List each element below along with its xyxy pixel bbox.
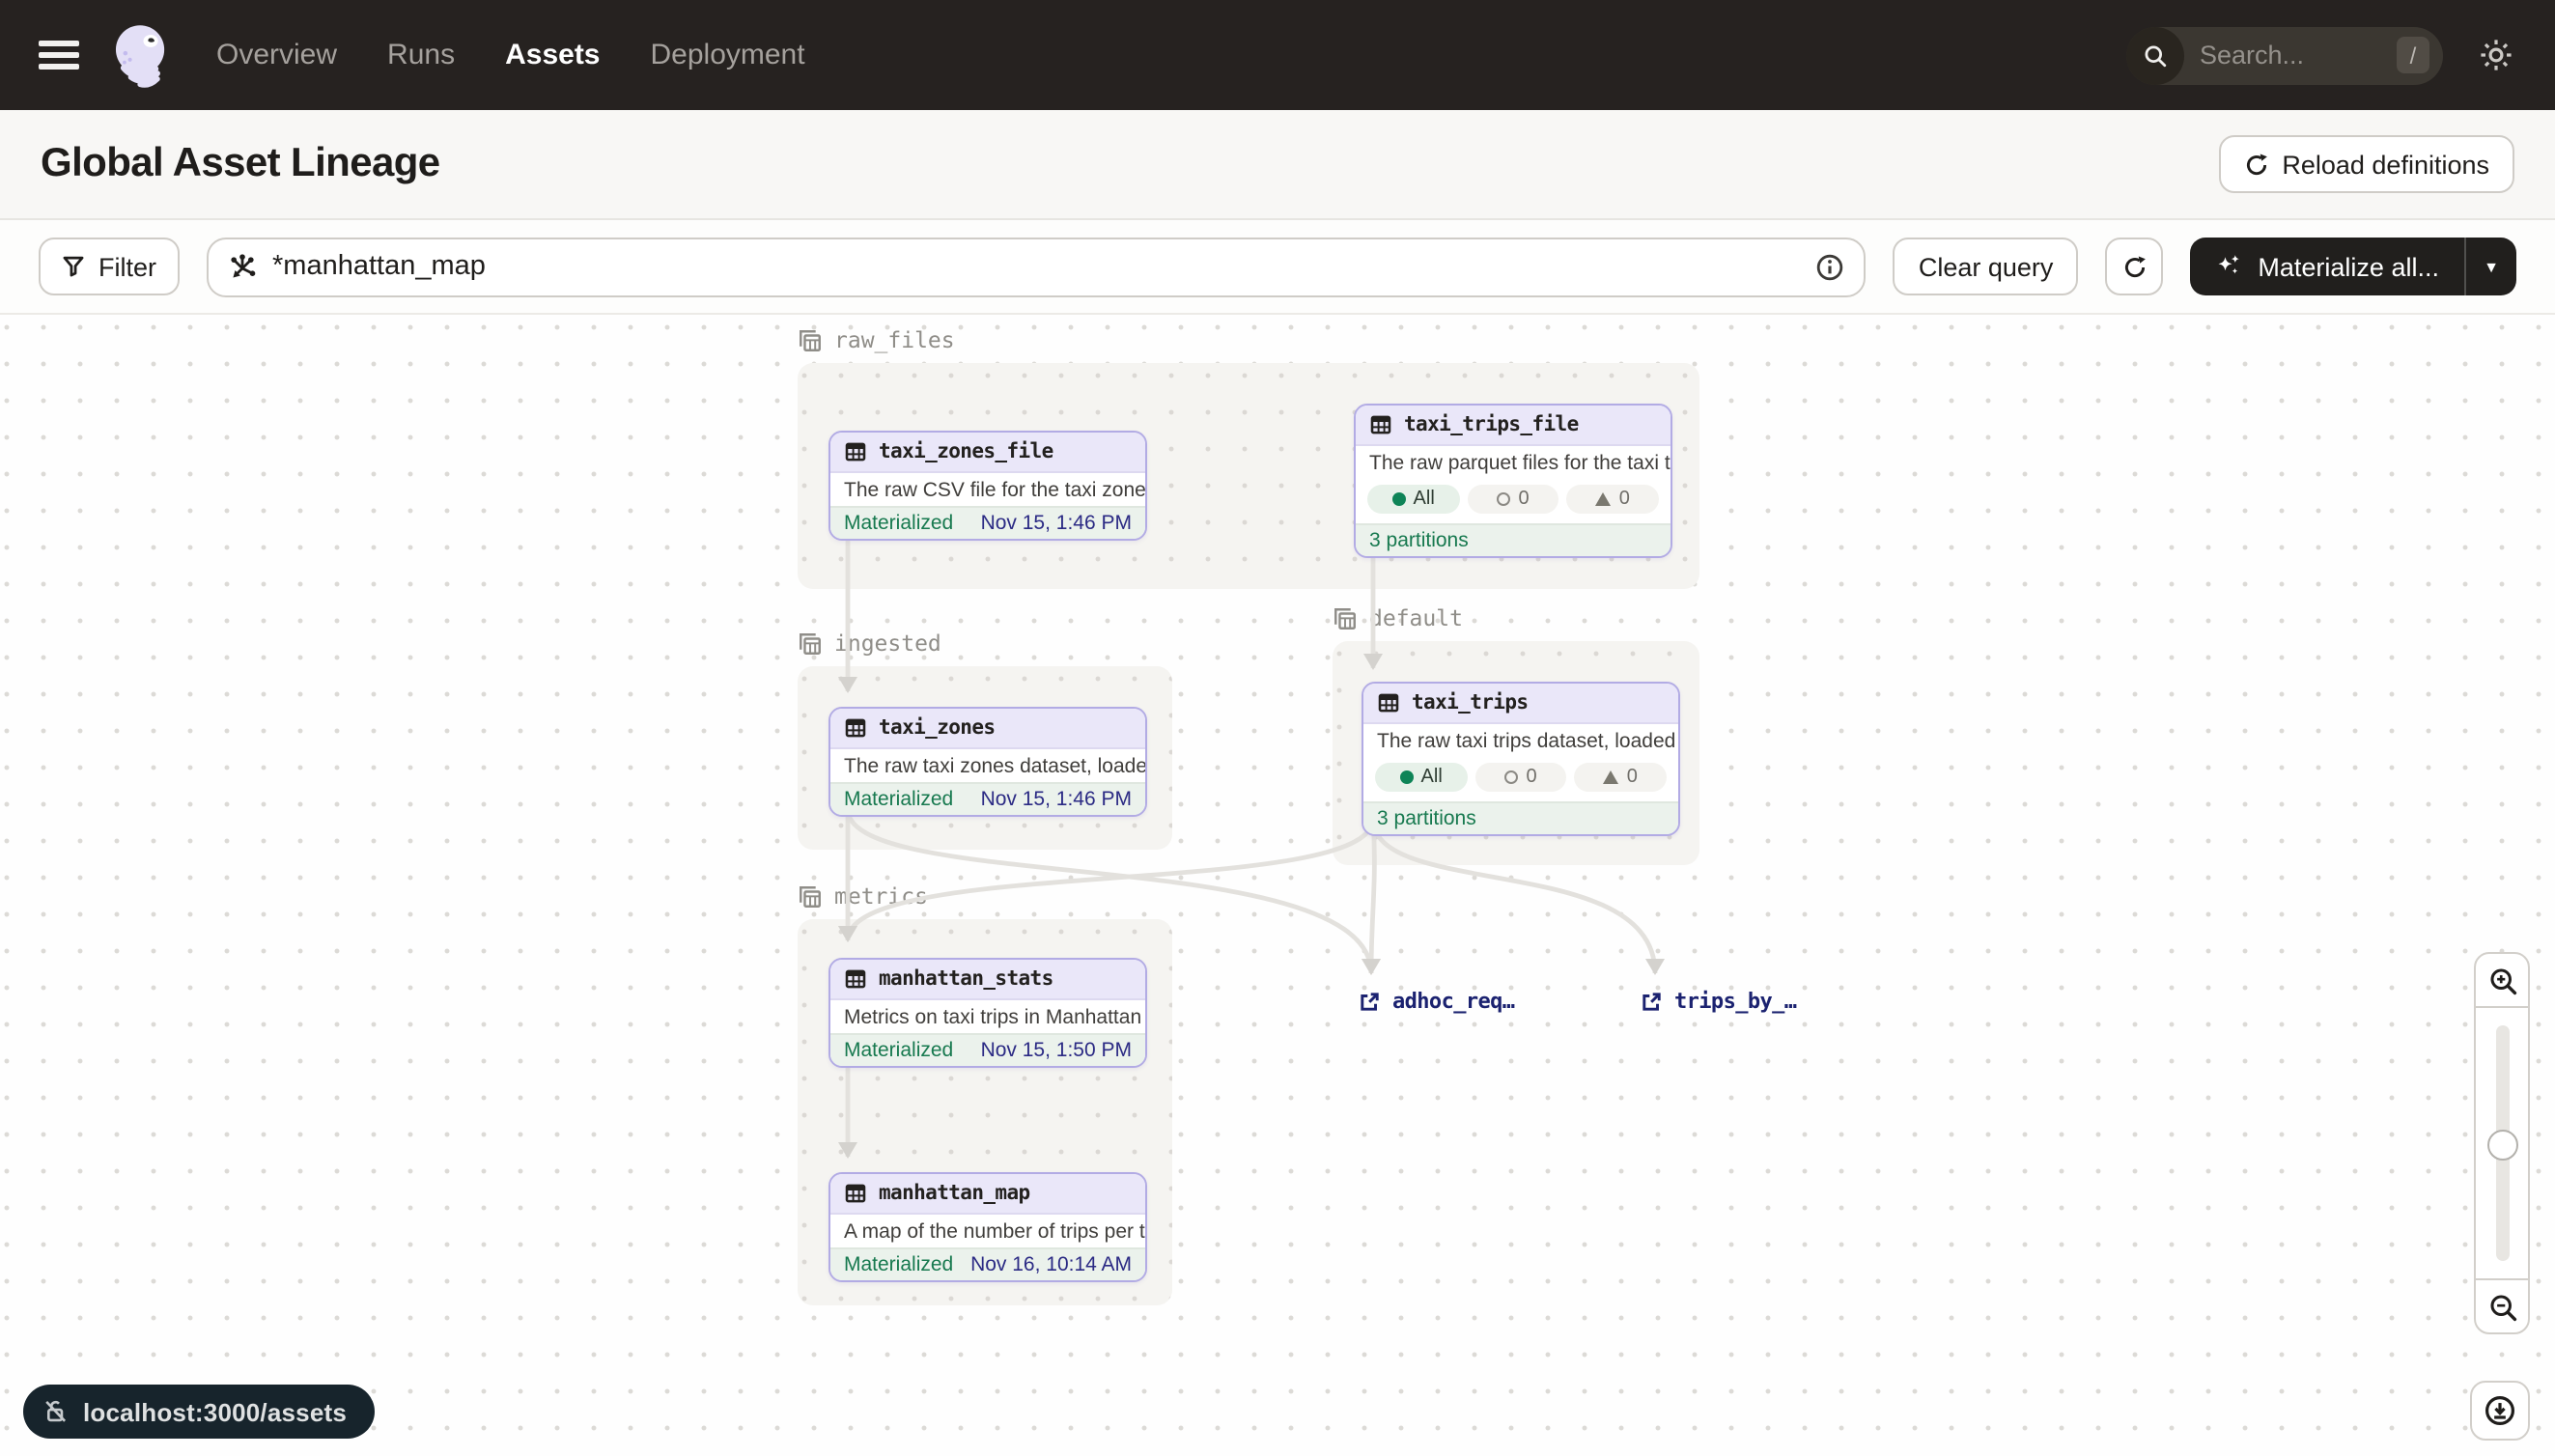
clear-query-button[interactable]: Clear query: [1894, 238, 2079, 295]
table-icon: [844, 716, 867, 740]
asset-description: The raw taxi trips dataset, loaded into …: [1363, 724, 1678, 757]
table-icon: [1369, 413, 1392, 436]
zoom-slider: [2476, 1006, 2528, 1280]
page-header: Global Asset Lineage Reload definitions: [0, 110, 2555, 220]
zoom-in-icon: [2486, 965, 2517, 995]
partitions-materialized-badge: All: [1367, 485, 1459, 514]
asset-status: Materialized: [844, 1253, 953, 1276]
reload-definitions-button[interactable]: Reload definitions: [2218, 135, 2514, 193]
asset-description: Metrics on taxi trips in Manhattan: [830, 1000, 1145, 1033]
asset-timestamp: Nov 15, 1:50 PM: [981, 1039, 1132, 1062]
zoom-out-icon: [2486, 1291, 2517, 1322]
partition-health-badges: All 0 0: [1363, 757, 1678, 801]
asset-status: Materialized: [844, 1039, 953, 1062]
search-placeholder: Search...: [2200, 41, 2397, 70]
lock-slash-icon: [42, 1398, 70, 1425]
partitions-count: 3 partitions: [1377, 807, 1476, 830]
materialized-dot-icon: [1400, 770, 1414, 784]
zoom-out-button[interactable]: [2476, 1280, 2528, 1332]
asset-node-taxi-zones[interactable]: taxi_zones The raw taxi zones dataset, l…: [828, 707, 1147, 817]
asset-description: The raw parquet files for the taxi trips…: [1356, 446, 1671, 479]
sparkle-icon: [2215, 253, 2242, 280]
search-icon: [2126, 26, 2184, 84]
materialize-all-button[interactable]: Materialize all...: [2190, 238, 2464, 295]
top-nav: Overview Runs Assets Deployment Search..…: [0, 0, 2555, 110]
asset-node-manhattan-stats[interactable]: manhattan_stats Metrics on taxi trips in…: [828, 958, 1147, 1068]
partitions-failed-badge: 0: [1575, 763, 1667, 792]
asset-timestamp: Nov 16, 10:14 AM: [970, 1253, 1132, 1276]
asset-name: manhattan_stats: [879, 967, 1053, 991]
asset-status: Materialized: [844, 788, 953, 811]
asset-description: The raw taxi zones dataset, loaded int..…: [830, 749, 1145, 782]
nav-links: Overview Runs Assets Deployment: [216, 39, 805, 71]
asset-name: taxi_trips_file: [1404, 413, 1579, 436]
dagster-logo: [104, 18, 178, 92]
reload-icon: [2243, 152, 2268, 177]
asset-selection-input[interactable]: [272, 251, 1801, 282]
asset-description: A map of the number of trips per taxi z.…: [830, 1215, 1145, 1247]
menu-icon[interactable]: [39, 41, 79, 70]
info-icon[interactable]: [1816, 252, 1845, 281]
status-url: localhost:3000/assets: [83, 1397, 347, 1426]
download-icon: [2484, 1394, 2516, 1427]
partitions-materialized-badge: All: [1375, 763, 1467, 792]
refresh-button[interactable]: [2105, 238, 2163, 295]
partitions-missing-badge: 0: [1467, 485, 1558, 514]
zoom-controls: [2474, 952, 2530, 1334]
asset-node-taxi-trips[interactable]: taxi_trips The raw taxi trips dataset, l…: [1362, 682, 1680, 836]
nav-link-overview[interactable]: Overview: [216, 39, 337, 71]
asset-name: taxi_trips: [1412, 691, 1528, 714]
external-asset-adhoc-request[interactable]: adhoc_req…: [1358, 989, 1514, 1014]
failed-triangle-icon: [1596, 492, 1612, 506]
partitions-count: 3 partitions: [1369, 529, 1469, 552]
partition-health-badges: All 0 0: [1356, 479, 1671, 523]
table-icon: [844, 440, 867, 463]
asset-node-taxi-trips-file[interactable]: taxi_trips_file The raw parquet files fo…: [1354, 404, 1672, 558]
asset-selection-input-wrap: [207, 237, 1867, 296]
asset-description: The raw CSV file for the taxi zones dat.…: [830, 473, 1145, 506]
lineage-canvas[interactable]: raw_files ingested default metrics: [0, 315, 2555, 1456]
zoom-slider-thumb[interactable]: [2486, 1130, 2517, 1161]
failed-triangle-icon: [1604, 770, 1619, 784]
lineage-edges: [0, 315, 2555, 1456]
asset-node-taxi-zones-file[interactable]: taxi_zones_file The raw CSV file for the…: [828, 431, 1147, 541]
table-icon: [844, 967, 867, 991]
nav-link-deployment[interactable]: Deployment: [651, 39, 805, 71]
partitions-missing-badge: 0: [1474, 763, 1566, 792]
nav-link-runs[interactable]: Runs: [387, 39, 455, 71]
search-input[interactable]: Search... /: [2126, 26, 2443, 84]
page-title: Global Asset Lineage: [41, 141, 440, 187]
asset-node-manhattan-map[interactable]: manhattan_map A map of the number of tri…: [828, 1172, 1147, 1282]
external-link-icon: [1358, 990, 1381, 1013]
nav-link-assets[interactable]: Assets: [505, 39, 600, 71]
asset-status: Materialized: [844, 512, 953, 535]
external-link-icon: [1640, 990, 1663, 1013]
gear-icon[interactable]: [2478, 37, 2514, 73]
asset-timestamp: Nov 15, 1:46 PM: [981, 512, 1132, 535]
refresh-icon: [2121, 254, 2147, 279]
table-icon: [1377, 691, 1400, 714]
slash-shortcut-badge: /: [2397, 37, 2429, 73]
zoom-in-button[interactable]: [2476, 954, 2528, 1006]
partitions-failed-badge: 0: [1567, 485, 1659, 514]
asset-name: manhattan_map: [879, 1182, 1030, 1205]
asset-name: taxi_zones_file: [879, 440, 1053, 463]
filter-icon: [62, 255, 85, 278]
download-image-button[interactable]: [2470, 1381, 2530, 1441]
lineage-toolbar: Filter Clear query Materialize all... ▼: [0, 220, 2555, 315]
missing-ring-icon: [1497, 492, 1510, 506]
external-asset-trips-by[interactable]: trips_by_…: [1640, 989, 1796, 1014]
browser-status-bubble: localhost:3000/assets: [23, 1385, 374, 1439]
graph-selector-icon: [228, 252, 257, 281]
filter-button[interactable]: Filter: [39, 238, 180, 295]
missing-ring-icon: [1504, 770, 1518, 784]
materialize-all-button-group: Materialize all... ▼: [2190, 238, 2516, 295]
asset-name: taxi_zones: [879, 716, 995, 740]
dagster-app: Overview Runs Assets Deployment Search..…: [0, 0, 2555, 1456]
asset-timestamp: Nov 15, 1:46 PM: [981, 788, 1132, 811]
materialize-dropdown-caret[interactable]: ▼: [2466, 238, 2516, 295]
materialized-dot-icon: [1392, 492, 1406, 506]
table-icon: [844, 1182, 867, 1205]
